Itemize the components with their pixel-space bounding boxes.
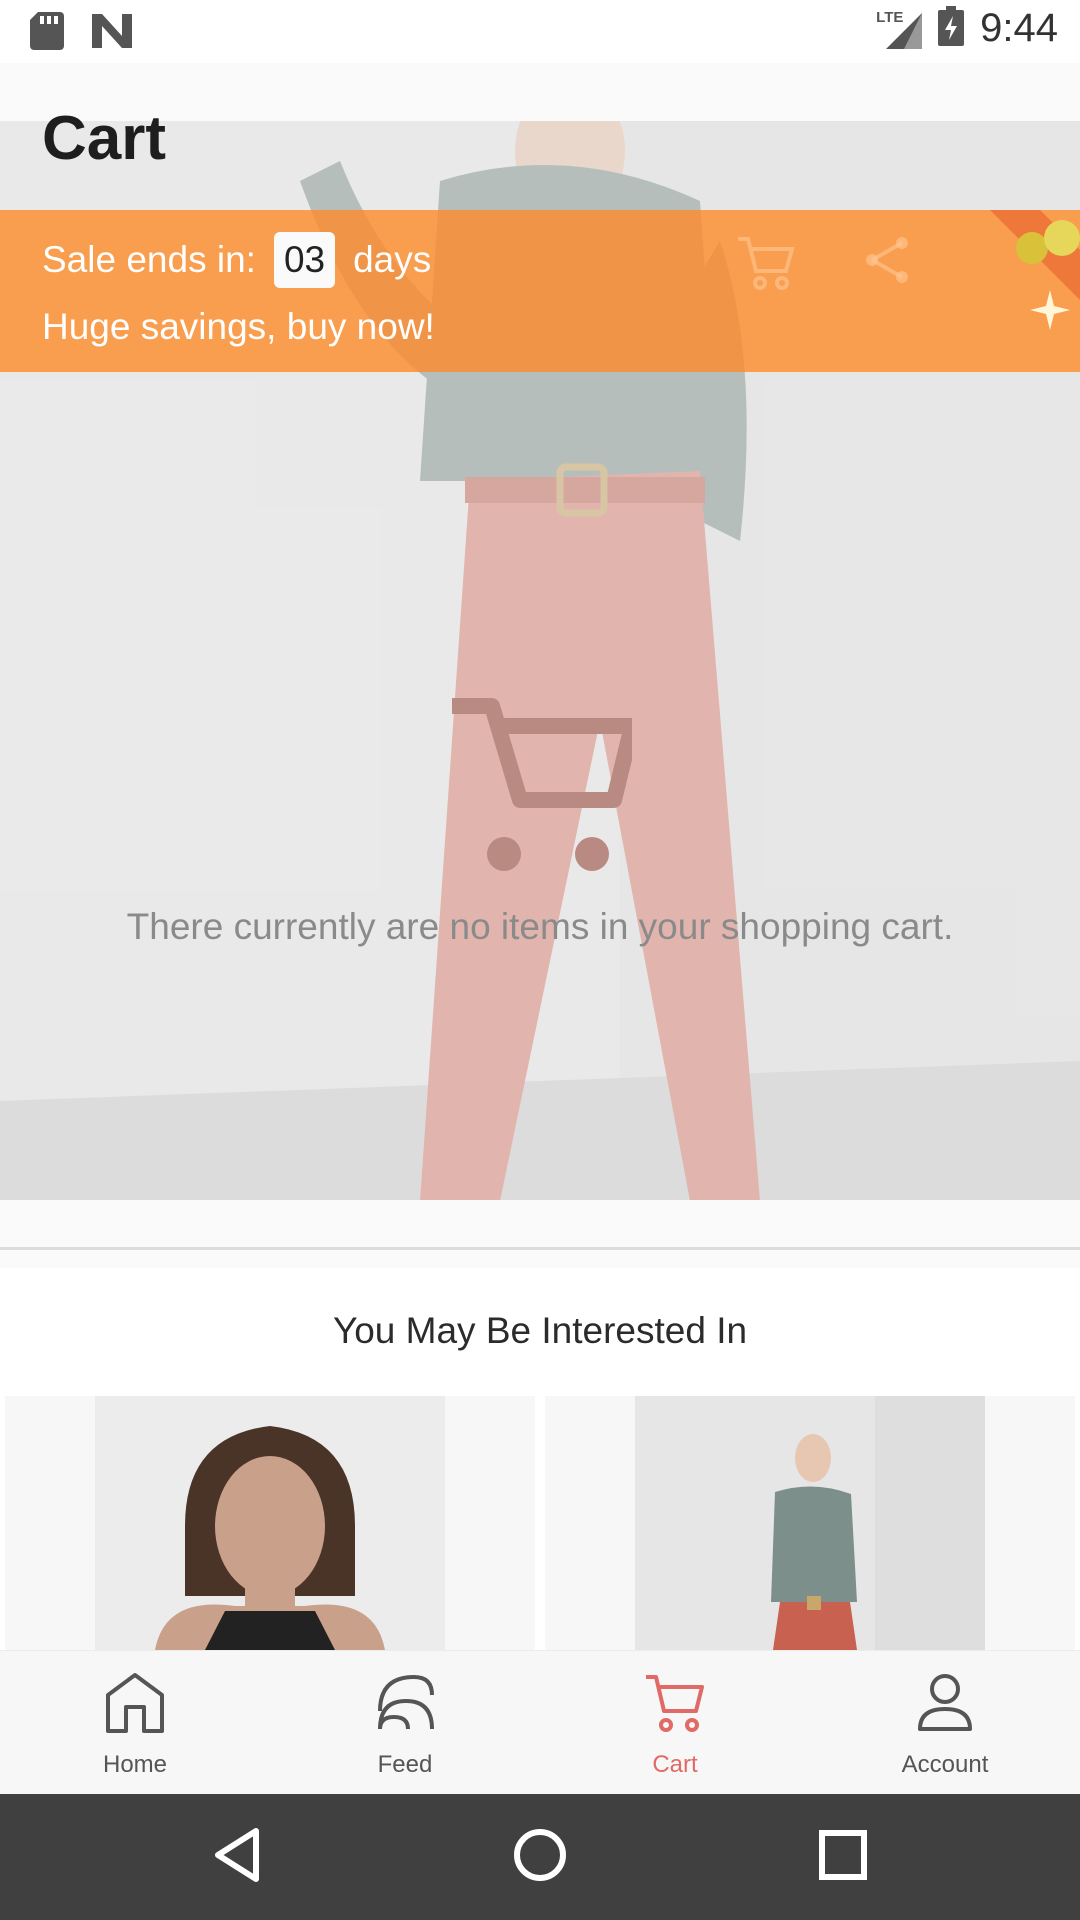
feed-icon bbox=[374, 1671, 436, 1738]
notification-n-icon bbox=[92, 14, 132, 53]
page-title: Cart bbox=[42, 104, 167, 173]
divider bbox=[0, 1247, 1080, 1250]
sparkle-decoration-icon bbox=[980, 210, 1080, 377]
bottom-navigation: Home Feed Cart Account bbox=[0, 1650, 1080, 1794]
clock: 9:44 bbox=[980, 6, 1058, 50]
nav-feed-label: Feed bbox=[377, 1751, 433, 1778]
back-icon[interactable] bbox=[212, 1827, 262, 1888]
nav-cart[interactable]: Cart bbox=[540, 1651, 810, 1795]
cart-icon bbox=[644, 1671, 706, 1738]
cart-icon bbox=[736, 235, 796, 296]
nav-home-label: Home bbox=[102, 1751, 168, 1778]
status-bar: LTE 9:44 bbox=[0, 0, 1080, 63]
empty-cart-icon bbox=[448, 690, 640, 879]
system-navigation-bar bbox=[0, 1794, 1080, 1920]
product-image bbox=[95, 1396, 445, 1650]
signal-icon: LTE bbox=[876, 9, 923, 49]
product-image bbox=[635, 1396, 985, 1650]
product-card[interactable] bbox=[5, 1396, 535, 1650]
home-circle-icon[interactable] bbox=[512, 1827, 568, 1888]
share-icon bbox=[862, 235, 912, 290]
sd-card-icon bbox=[30, 12, 64, 55]
nav-cart-label: Cart bbox=[652, 1751, 698, 1778]
sale-prefix: Sale ends in: bbox=[42, 239, 256, 280]
sale-tagline: Huge savings, buy now! bbox=[42, 306, 435, 347]
nav-account-label: Account bbox=[901, 1751, 989, 1778]
home-icon bbox=[104, 1671, 166, 1738]
days-counter: 03 bbox=[273, 232, 336, 288]
account-icon bbox=[914, 1671, 976, 1738]
recommendations-title: You May Be Interested In bbox=[332, 1310, 748, 1351]
nav-home[interactable]: Home bbox=[0, 1651, 270, 1795]
empty-cart-message: There currently are no items in your sho… bbox=[126, 906, 954, 947]
recents-icon[interactable] bbox=[818, 1827, 868, 1888]
battery-icon bbox=[938, 6, 965, 51]
nav-feed[interactable]: Feed bbox=[270, 1651, 540, 1795]
sale-banner[interactable]: Sale ends in: 03 days Huge savings, buy … bbox=[0, 210, 1080, 372]
recommendations-section: You May Be Interested In bbox=[0, 1268, 1080, 1650]
nav-account[interactable]: Account bbox=[810, 1651, 1080, 1795]
product-card[interactable] bbox=[545, 1396, 1075, 1650]
days-unit: days bbox=[353, 239, 432, 280]
